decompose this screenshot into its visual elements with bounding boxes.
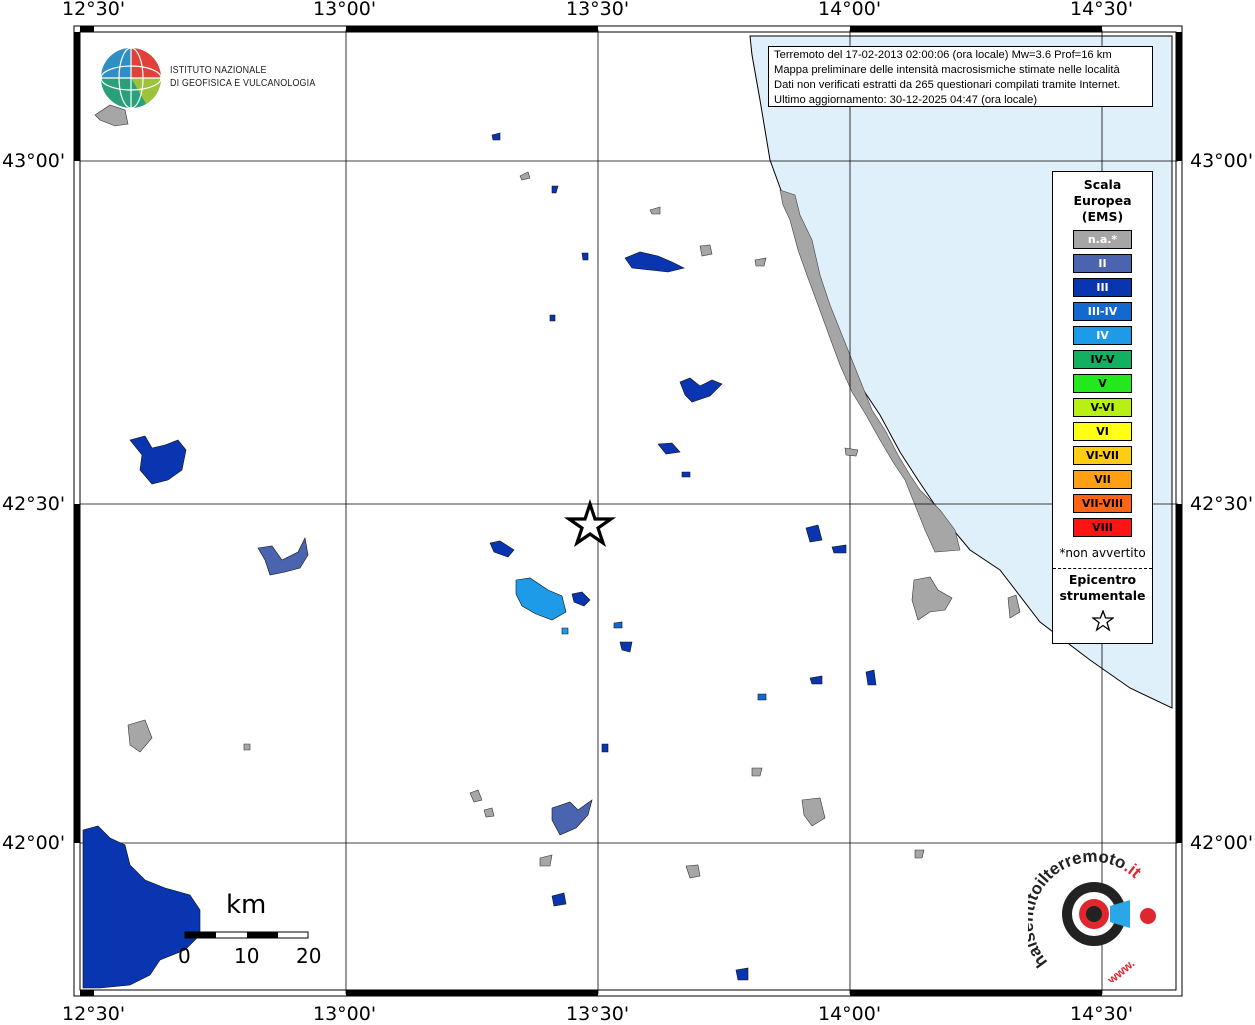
hsit-text-www: www. [1104,956,1137,982]
lon-label-bottom-5: 14°30' [1070,1003,1134,1025]
svg-text:haisentitoilterremoto.it: haisentitoilterremoto.it [1028,852,1145,971]
scale-tick-10: 10 [234,944,260,968]
legend-item: VII [1073,470,1132,489]
event-info-line3: Dati non verificati estratti da 265 ques… [774,79,1121,91]
epicenter-star [563,498,617,548]
lon-label-top-4: 14°00' [818,0,882,20]
lat-label-right-2: 42°30' [1190,493,1254,515]
lat-label-left-3: 42°00' [2,832,66,854]
legend-title-line2: Europea [1073,193,1132,208]
legend-item: III-IV [1073,302,1132,321]
intensity-legend: Scala Europea (EMS) n.a.* II III III-IV IV IV… [1052,171,1153,644]
legend-item: III [1073,278,1132,297]
legend-title-line3: (EMS) [1081,209,1124,224]
lon-label-bottom-2: 13°00' [313,1003,377,1025]
legend-item: VIII [1073,518,1132,537]
lon-label-bottom-1: 12°30' [62,1003,126,1025]
legend-item: VI [1073,422,1132,441]
localities-iv [515,577,569,635]
legend-epicenter-label: Epicentro strumentale [1053,572,1152,604]
scale-tick-20: 20 [296,944,322,968]
legend-epicenter-line2: strumentale [1059,588,1146,603]
lon-label-top-3: 13°30' [566,0,630,20]
scale-bar [184,931,309,939]
legend-separator [1053,568,1152,569]
localities-ii [257,537,593,836]
legend-item: II [1073,254,1132,273]
event-info-line4: Ultimo aggiornamento: 30-12-2025 04:47 (… [774,94,1038,106]
legend-epicenter-line1: Epicentro [1068,572,1137,587]
lat-label-right-3: 42°00' [1190,832,1254,854]
lon-label-top-1: 12°30' [62,0,126,20]
lon-label-top-2: 13°00' [313,0,377,20]
lat-label-left-2: 42°30' [2,493,66,515]
event-info-line2: Mappa preliminare delle intensità macros… [774,64,1120,76]
lon-label-top-5: 14°30' [1070,0,1134,20]
ingv-logo [100,47,162,109]
event-info-line1: Terremoto del 17-02-2013 02:00:06 (ora l… [774,49,1112,61]
hsit-logo-text: haisentitoilterremoto.it www. [1028,852,1145,982]
hsit-text-main: haisentitoilterremoto [1028,852,1129,971]
lat-label-right-1: 43°00' [1190,150,1254,172]
institute-name: ISTITUTO NAZIONALE DI GEOFISICA E VULCAN… [170,64,315,90]
scale-unit: km [226,890,267,920]
legend-item: IV [1073,326,1132,345]
legend-title: Scala Europea (EMS) [1053,177,1152,225]
legend-note: *non avvertito [1059,546,1146,560]
lat-label-left-1: 43°00' [2,150,66,172]
event-info-box: Terremoto del 17-02-2013 02:00:06 (ora l… [768,46,1153,107]
institute-line2: DI GEOFISICA E VULCANOLOGIA [170,77,316,89]
star-icon [1053,609,1152,636]
lon-label-bottom-4: 14°00' [818,1003,882,1025]
lon-label-bottom-3: 13°30' [566,1003,630,1025]
scale-tick-0: 0 [178,944,191,968]
localities-iii-iv [613,621,767,701]
legend-item: n.a.* [1073,230,1132,249]
legend-item: V-VI [1073,398,1132,417]
legend-title-line1: Scala [1083,177,1122,192]
legend-item: VII-VIII [1073,494,1132,513]
legend-item: V [1073,374,1132,393]
institute-line1: ISTITUTO NAZIONALE [170,64,267,76]
legend-item: IV-V [1073,350,1132,369]
legend-item: VI-VII [1073,446,1132,465]
